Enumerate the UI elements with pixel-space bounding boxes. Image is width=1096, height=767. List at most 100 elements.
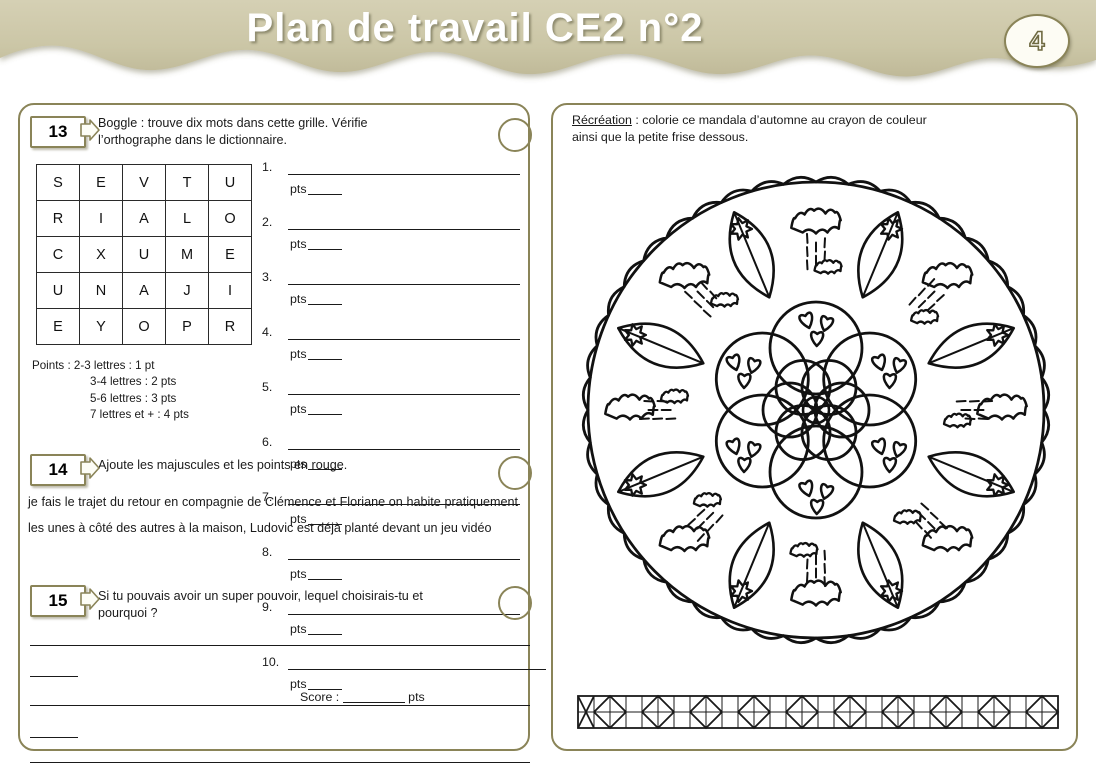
- points-rule-0: 2-3 lettres : 1 pt: [73, 359, 155, 372]
- boggle-cell[interactable]: T: [165, 164, 209, 201]
- boggle-cell[interactable]: O: [208, 200, 252, 237]
- recreation-line2: ainsi que la petite frise dessous.: [572, 129, 749, 144]
- boggle-answer-item: 1. pts: [262, 160, 532, 215]
- boggle-answer-number: 8.: [262, 545, 273, 559]
- boggle-grid-body: SEVTURIALOCXUMEUNAJIEYOPR: [36, 164, 252, 345]
- writing-line-4[interactable]: [30, 737, 78, 738]
- writing-line-2[interactable]: [30, 676, 78, 677]
- boggle-cell[interactable]: R: [208, 308, 252, 345]
- exercise-14-arrow-icon: [80, 457, 100, 479]
- boggle-answer-pts: pts: [290, 402, 342, 416]
- boggle-answer-blank[interactable]: [288, 669, 546, 670]
- exercise-15-check-circle[interactable]: [498, 586, 532, 620]
- exercise-15-arrow-icon: [80, 588, 100, 610]
- geometric-frieze-band: [577, 694, 1060, 730]
- boggle-cell[interactable]: R: [36, 200, 80, 237]
- boggle-score-row: Score : pts: [300, 690, 425, 704]
- boggle-row: UNAJI: [36, 272, 252, 309]
- points-rule-3: 7 lettres et + : 4 pts: [90, 408, 189, 422]
- boggle-cell[interactable]: N: [79, 272, 123, 309]
- boggle-answer-pts: pts: [290, 677, 342, 691]
- boggle-answer-number: 10.: [262, 655, 280, 669]
- boggle-answer-blank[interactable]: [288, 339, 520, 340]
- boggle-cell[interactable]: E: [36, 308, 80, 345]
- boggle-answer-number: 5.: [262, 380, 273, 394]
- boggle-answer-pts-blank[interactable]: [307, 359, 342, 360]
- boggle-answer-pts-blank[interactable]: [307, 249, 342, 250]
- boggle-answer-pts-blank[interactable]: [307, 304, 342, 305]
- writing-line-1[interactable]: [30, 645, 530, 646]
- boggle-cell[interactable]: I: [79, 200, 123, 237]
- page-number-badge: 4: [1004, 14, 1070, 68]
- boggle-answer-pts-blank[interactable]: [307, 634, 342, 635]
- boggle-answer-item: 3. pts: [262, 270, 532, 325]
- boggle-answer-blank[interactable]: [288, 229, 520, 230]
- score-label: Score :: [300, 690, 340, 704]
- exercise-13-instruction: Boggle : trouve dix mots dans cette gril…: [98, 115, 468, 150]
- boggle-answer-pts: pts: [290, 237, 342, 251]
- boggle-cell[interactable]: V: [122, 164, 166, 201]
- writing-line-5[interactable]: [30, 762, 530, 763]
- boggle-answer-pts: pts: [290, 292, 342, 306]
- boggle-answer-pts: pts: [290, 622, 342, 636]
- exercise-13-instruction-line1: Boggle : trouve dix mots dans cette gril…: [98, 116, 368, 130]
- boggle-cell[interactable]: A: [122, 200, 166, 237]
- boggle-cell[interactable]: A: [122, 272, 166, 309]
- boggle-answer-list: 1. pts 2. pts 3. pts 4. pts 5. pts 6. pts 7. pts 8. pts…: [262, 160, 546, 710]
- boggle-cell[interactable]: E: [208, 236, 252, 273]
- boggle-answer-pts-blank[interactable]: [307, 194, 342, 195]
- exercise-14-number: 14: [30, 454, 86, 486]
- boggle-cell[interactable]: I: [208, 272, 252, 309]
- boggle-row: EYOPR: [36, 308, 252, 345]
- boggle-cell[interactable]: X: [79, 236, 123, 273]
- exercise-13-check-circle[interactable]: [498, 118, 532, 152]
- exercise-14-check-circle[interactable]: [498, 456, 532, 490]
- boggle-answer-number: 6.: [262, 435, 273, 449]
- boggle-answer-blank[interactable]: [288, 394, 520, 395]
- boggle-row: SEVTU: [36, 164, 252, 201]
- boggle-cell[interactable]: O: [122, 308, 166, 345]
- boggle-cell[interactable]: U: [36, 272, 80, 309]
- boggle-answer-blank[interactable]: [288, 284, 520, 285]
- boggle-answer-blank[interactable]: [288, 559, 520, 560]
- boggle-answer-number: 1.: [262, 160, 273, 174]
- score-blank[interactable]: [342, 702, 405, 703]
- boggle-answer-number: 4.: [262, 325, 273, 339]
- boggle-cell[interactable]: L: [165, 200, 209, 237]
- boggle-cell[interactable]: C: [36, 236, 80, 273]
- writing-line-3[interactable]: [30, 705, 530, 706]
- autumn-mandala-coloring-image: [581, 175, 1051, 645]
- boggle-answer-pts: pts: [290, 182, 342, 196]
- exercise-15-instruction: Si tu pouvais avoir un super pouvoir, le…: [98, 588, 498, 623]
- boggle-row: RIALO: [36, 200, 252, 237]
- boggle-answer-number: 2.: [262, 215, 273, 229]
- boggle-cell[interactable]: P: [165, 308, 209, 345]
- points-label: Points :: [32, 359, 71, 372]
- boggle-points-legend: Points : 2-3 lettres : 1 pt 3-4 lettres …: [32, 358, 189, 424]
- boggle-answer-blank[interactable]: [288, 449, 520, 450]
- boggle-row: CXUME: [36, 236, 252, 273]
- exercise-15-number: 15: [30, 585, 86, 617]
- recreation-title: Récréation: [572, 113, 632, 127]
- boggle-cell[interactable]: J: [165, 272, 209, 309]
- boggle-answer-pts-blank[interactable]: [307, 414, 342, 415]
- boggle-answer-number: 3.: [262, 270, 273, 284]
- page-header: Plan de travail CE2 n°2 4: [0, 0, 1096, 92]
- boggle-cell[interactable]: U: [208, 164, 252, 201]
- boggle-cell[interactable]: Y: [79, 308, 123, 345]
- points-rule-1: 3-4 lettres : 2 pts: [90, 375, 177, 389]
- recreation-text-after-title: : colorie ce mandala d’automne au crayon…: [631, 113, 927, 127]
- boggle-cell[interactable]: S: [36, 164, 80, 201]
- boggle-cell[interactable]: U: [122, 236, 166, 273]
- boggle-answer-item: 2. pts: [262, 215, 532, 270]
- boggle-cell[interactable]: M: [165, 236, 209, 273]
- boggle-cell[interactable]: E: [79, 164, 123, 201]
- recreation-instruction: Récréation : colorie ce mandala d’automn…: [572, 112, 1064, 145]
- exercise-14-instruction: Ajoute les majuscules et les points en r…: [98, 458, 348, 472]
- boggle-answer-pts: pts: [290, 567, 342, 581]
- exercise-14-body-text: je fais le trajet du retour en compagnie…: [28, 495, 518, 535]
- boggle-answer-blank[interactable]: [288, 174, 520, 175]
- boggle-answer-pts: pts: [290, 347, 342, 361]
- exercise-15-instruction-line2: pourquoi ?: [98, 606, 158, 621]
- boggle-answer-pts-blank[interactable]: [307, 579, 342, 580]
